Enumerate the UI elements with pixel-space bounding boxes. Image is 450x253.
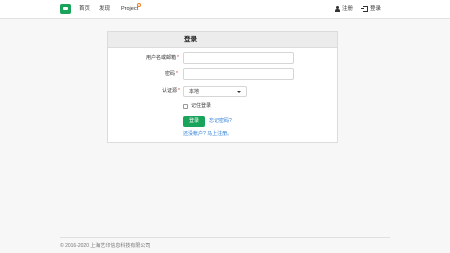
nav-project-link[interactable]: Project (121, 5, 138, 13)
notification-icon (137, 3, 141, 7)
login-title: 登录 (184, 36, 197, 43)
chevron-down-icon (237, 91, 241, 93)
register-prompt-link[interactable]: 还没帐户? 马上注册。 (183, 131, 232, 138)
required-mark: * (176, 71, 178, 77)
user-icon (335, 5, 340, 12)
password-label: 密码* (165, 71, 178, 78)
footer-divider (60, 237, 390, 238)
auth-source-label: 认证源* (162, 88, 180, 95)
register-link-label: 注册 (342, 6, 354, 12)
auth-source-value: 本地 (189, 89, 200, 95)
nav-discover-link[interactable]: 发现 (99, 5, 110, 13)
login-link-label: 登录 (370, 6, 382, 12)
required-mark: * (177, 55, 179, 61)
nav-home-link[interactable]: 首页 (79, 5, 90, 13)
sign-in-icon (361, 5, 368, 12)
top-navbar: 首页 发现 Project 注册 登录 (0, 0, 450, 19)
login-panel: 登录 用户名或邮箱* 密码* 认证源* 本地 记住登录 登录 忘记密码? 还没帐… (107, 31, 338, 143)
username-input[interactable] (183, 52, 294, 64)
required-mark: * (178, 88, 180, 94)
username-label: 用户名或邮箱* (146, 55, 179, 62)
password-input[interactable] (183, 68, 294, 80)
login-link[interactable]: 登录 (361, 5, 382, 13)
auth-source-label-text: 认证源 (162, 88, 178, 94)
forgot-password-link[interactable]: 忘记密码? (209, 118, 232, 125)
footer-copyright: © 2016-2020 上海艺印信息科技有限公司 (60, 243, 151, 249)
logo-icon[interactable] (60, 4, 71, 14)
login-submit-button[interactable]: 登录 (183, 116, 205, 127)
login-panel-header (108, 32, 337, 48)
remember-me-label[interactable]: 记住登录 (191, 103, 211, 110)
password-label-text: 密码 (165, 71, 176, 77)
username-label-text: 用户名或邮箱 (146, 55, 177, 61)
auth-source-select[interactable]: 本地 (183, 86, 247, 97)
remember-me-checkbox[interactable] (183, 104, 188, 109)
register-link[interactable]: 注册 (335, 5, 353, 13)
